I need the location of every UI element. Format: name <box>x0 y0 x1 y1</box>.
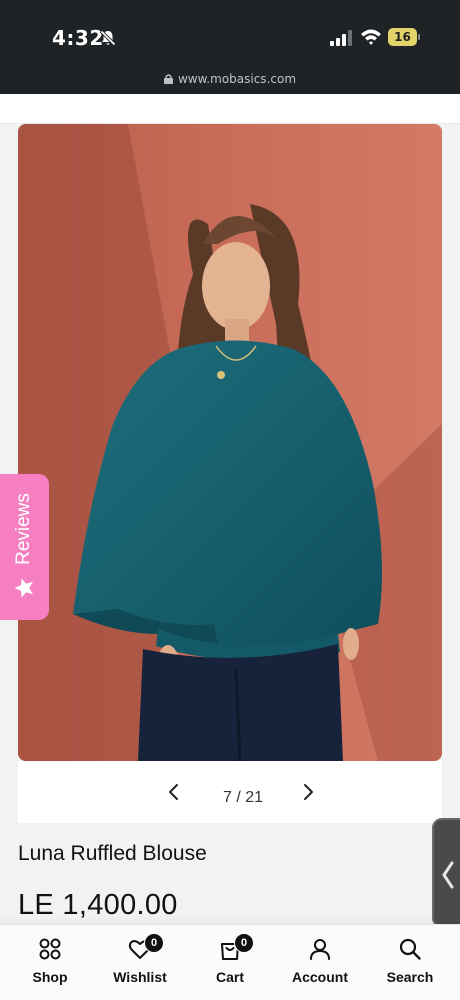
lock-icon <box>163 74 173 84</box>
url-bar[interactable]: www.mobasics.com <box>0 72 460 86</box>
product-image[interactable] <box>18 124 442 761</box>
gallery-counter: 7 / 21 <box>222 789 264 806</box>
status-time: 4:32 <box>52 26 104 50</box>
nav-wishlist-label: Wishlist <box>113 969 167 985</box>
nav-shop-label: Shop <box>32 969 68 985</box>
product-price: LE 1,400.00 <box>18 889 178 921</box>
side-panel-handle[interactable] <box>432 818 460 928</box>
battery-level: 16 <box>388 28 417 46</box>
nav-account-label: Account <box>292 969 348 985</box>
chevron-left-icon[interactable] <box>163 781 185 803</box>
star-icon <box>14 578 33 598</box>
chevron-left-icon <box>442 861 454 889</box>
nav-cart[interactable]: 0 Cart <box>184 925 276 1000</box>
grid-icon <box>39 938 61 960</box>
reviews-tab-label: Reviews <box>13 493 34 565</box>
url-text: www.mobasics.com <box>177 72 297 86</box>
cart-count-badge: 0 <box>234 933 254 953</box>
bell-muted-icon <box>99 29 117 47</box>
reviews-tab[interactable]: Reviews <box>0 474 49 620</box>
nav-cart-label: Cart <box>215 969 244 985</box>
nav-search[interactable]: Search <box>364 925 456 1000</box>
user-icon <box>310 939 330 960</box>
wifi-icon <box>361 29 381 45</box>
product-title: Luna Ruffled Blouse <box>18 842 207 865</box>
signal-icon <box>330 30 352 46</box>
nav-wishlist[interactable]: 0 Wishlist <box>94 925 186 1000</box>
bottom-nav: Shop 0 Wishlist 0 Cart Account Search <box>0 924 460 1000</box>
wishlist-count-badge: 0 <box>144 933 164 953</box>
nav-account[interactable]: Account <box>274 925 366 1000</box>
battery-icon: 16 <box>388 28 420 46</box>
gallery-pager: 7 / 21 <box>18 761 442 823</box>
search-icon <box>399 938 421 960</box>
nav-shop[interactable]: Shop <box>4 925 96 1000</box>
chevron-right-icon[interactable] <box>297 781 319 803</box>
nav-search-label: Search <box>386 969 434 985</box>
status-bar: 4:32 16 www.mobasics.com <box>0 0 460 94</box>
site-header <box>0 94 460 124</box>
